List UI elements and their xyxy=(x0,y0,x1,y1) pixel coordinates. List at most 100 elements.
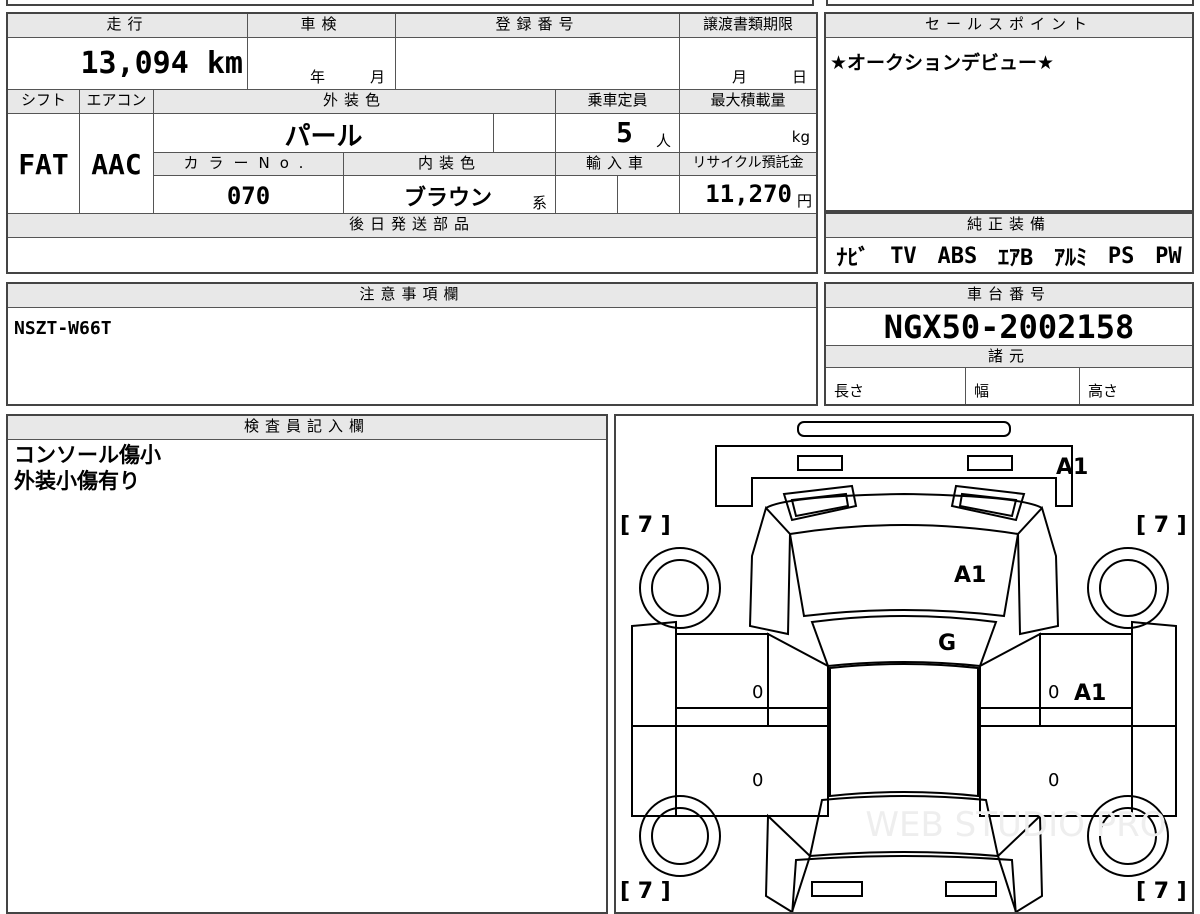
shift-value: FAT xyxy=(8,114,80,214)
transfer-value: 月 日 xyxy=(680,38,816,90)
mark-bonnet: A1 xyxy=(954,563,986,588)
capacity-unit: 人 xyxy=(656,132,672,150)
spec-height: 高さ xyxy=(1088,382,1119,400)
interior-color-header: 内装色 xyxy=(344,152,556,176)
max-load-cell: kg xyxy=(680,114,816,152)
wheel-front-right-inner xyxy=(1099,559,1157,617)
door-zero-left-front: 0 xyxy=(752,682,763,703)
capacity-header: 乗車定員 xyxy=(556,90,680,114)
later-parts-header: 後日発送部品 xyxy=(8,214,816,238)
equipment-item: PS xyxy=(1107,243,1135,269)
equipment-item: ｴｱB xyxy=(998,246,1034,271)
equipment-item: ｱﾙﾐ xyxy=(1054,246,1088,271)
tail-light-right xyxy=(945,881,997,897)
tire-depth-rear-left: [ 7 ] xyxy=(620,879,671,904)
left-pillar xyxy=(767,632,829,727)
equipment-item: TV xyxy=(890,243,917,269)
tail-light-left xyxy=(811,881,863,897)
body-front-edge xyxy=(765,492,1043,509)
genuine-equipment-box: 純正装備 ﾅﾋﾞ TV ABS ｴｱB ｱﾙﾐ PS PW xyxy=(824,212,1194,274)
right-front-side xyxy=(1131,620,1177,727)
interior-color-suffix: 系 xyxy=(532,194,548,212)
inspector-box: 検査員記入欄 コンソール傷小 外装小傷有り xyxy=(6,414,608,914)
max-load-header: 最大積載量 xyxy=(680,90,816,114)
vehicle-info-table: 走行 車検 登録番号 譲渡書類期限 13,094 km 年 月 月 日 シフト … xyxy=(6,12,818,274)
transfer-header: 譲渡書類期限 xyxy=(680,14,816,38)
roof-panel xyxy=(829,663,979,798)
sales-point-header: セールスポイント xyxy=(826,14,1192,38)
front-fender-right xyxy=(1016,506,1060,636)
chassis-header: 車台番号 xyxy=(826,284,1192,308)
rear-panel xyxy=(791,855,1017,912)
left-front-side xyxy=(631,620,677,727)
specs-header: 諸元 xyxy=(826,346,1192,368)
genuine-equipment-list: ﾅﾋﾞ TV ABS ｴｱB ｱﾙﾐ PS PW xyxy=(826,240,1192,272)
sales-point-box: セールスポイント ★オークションデビュー★ xyxy=(824,12,1194,212)
genuine-equipment-header: 純正装備 xyxy=(826,214,1192,238)
spec-width: 幅 xyxy=(966,368,1080,404)
equipment-item: ABS xyxy=(937,243,978,269)
equipment-item: PW xyxy=(1155,243,1182,269)
chassis-number: NGX50-2002158 xyxy=(826,308,1192,346)
inspection-header: 車検 xyxy=(248,14,396,38)
door-zero-right-rear: 0 xyxy=(1048,770,1059,791)
tire-depth-front-right: [ 7 ] xyxy=(1136,513,1187,538)
inspection-year: 年 xyxy=(310,68,326,86)
car-diagram: WEB STUDIO PRO A1 A1 G A1 [ 7 ] [ 7 ] [ … xyxy=(620,421,1187,912)
left-front-door xyxy=(675,633,769,727)
aircon-value: AAC xyxy=(80,114,154,214)
color-no-header: カラーNo. xyxy=(154,152,344,176)
right-rear-side xyxy=(1131,725,1177,817)
top-strip xyxy=(6,0,814,6)
transfer-day: 日 xyxy=(792,68,808,86)
import-header: 輸入車 xyxy=(556,152,680,176)
right-front-door xyxy=(1039,633,1133,727)
transfer-month: 月 xyxy=(732,68,748,86)
shift-header: シフト xyxy=(8,90,80,114)
interior-color-cell: ブラウン 系 xyxy=(344,176,556,214)
inspection-month: 月 xyxy=(370,68,386,86)
exterior-color-extra xyxy=(494,114,556,152)
color-no-value: 070 xyxy=(154,176,344,214)
capacity-value: 5 xyxy=(616,116,633,149)
chassis-box: 車台番号 NGX50-2002158 諸元 長さ 幅 高さ xyxy=(824,282,1194,406)
fog-lamp-left xyxy=(797,455,843,471)
equipment-item: ﾅﾋﾞ xyxy=(836,246,870,271)
spec-length: 長さ xyxy=(826,368,966,404)
interior-color-value: ブラウン xyxy=(404,186,493,211)
max-load-unit: kg xyxy=(791,128,810,146)
notes-text: NSZT-W66T xyxy=(14,318,112,339)
mark-front: A1 xyxy=(1056,455,1088,480)
exterior-color-value: パール xyxy=(154,114,494,152)
notes-box: 注意事項欄 NSZT-W66T xyxy=(6,282,818,406)
recycle-header: リサイクル預託金 xyxy=(680,152,816,176)
car-diagram-box: WEB STUDIO PRO A1 A1 G A1 [ 7 ] [ 7 ] [ … xyxy=(614,414,1194,914)
recycle-cell: 11,270 円 xyxy=(680,176,816,214)
front-bumper xyxy=(715,445,1073,507)
inspector-header: 検査員記入欄 xyxy=(8,416,606,440)
inspector-line: コンソール傷小 xyxy=(14,443,161,467)
sales-point-text: ★オークションデビュー★ xyxy=(830,52,1055,74)
inspection-value: 年 月 xyxy=(248,38,396,90)
recycle-unit: 円 xyxy=(796,192,812,210)
door-zero-left-rear: 0 xyxy=(752,770,763,791)
capacity-cell: 5 人 xyxy=(556,114,680,152)
later-parts-value xyxy=(8,238,816,272)
right-pillar xyxy=(979,632,1041,727)
top-strip-right xyxy=(826,0,1194,6)
windshield xyxy=(810,615,998,668)
fog-lamp-right xyxy=(967,455,1013,471)
import-cell-b xyxy=(618,176,680,214)
left-rear-side xyxy=(631,725,677,817)
tire-depth-rear-right: [ 7 ] xyxy=(1136,879,1187,904)
watermark: WEB STUDIO PRO xyxy=(865,805,1166,845)
inspector-notes: コンソール傷小 外装小傷有り xyxy=(14,442,161,494)
rear-fender-left xyxy=(764,813,812,912)
registration-header: 登録番号 xyxy=(396,14,680,38)
import-cell-a xyxy=(556,176,618,214)
mileage-header: 走行 xyxy=(8,14,248,38)
door-zero-right-front: 0 xyxy=(1048,682,1059,703)
mark-windshield: G xyxy=(938,631,956,656)
front-fender-left xyxy=(748,506,792,636)
wheel-front-left-inner xyxy=(651,559,709,617)
